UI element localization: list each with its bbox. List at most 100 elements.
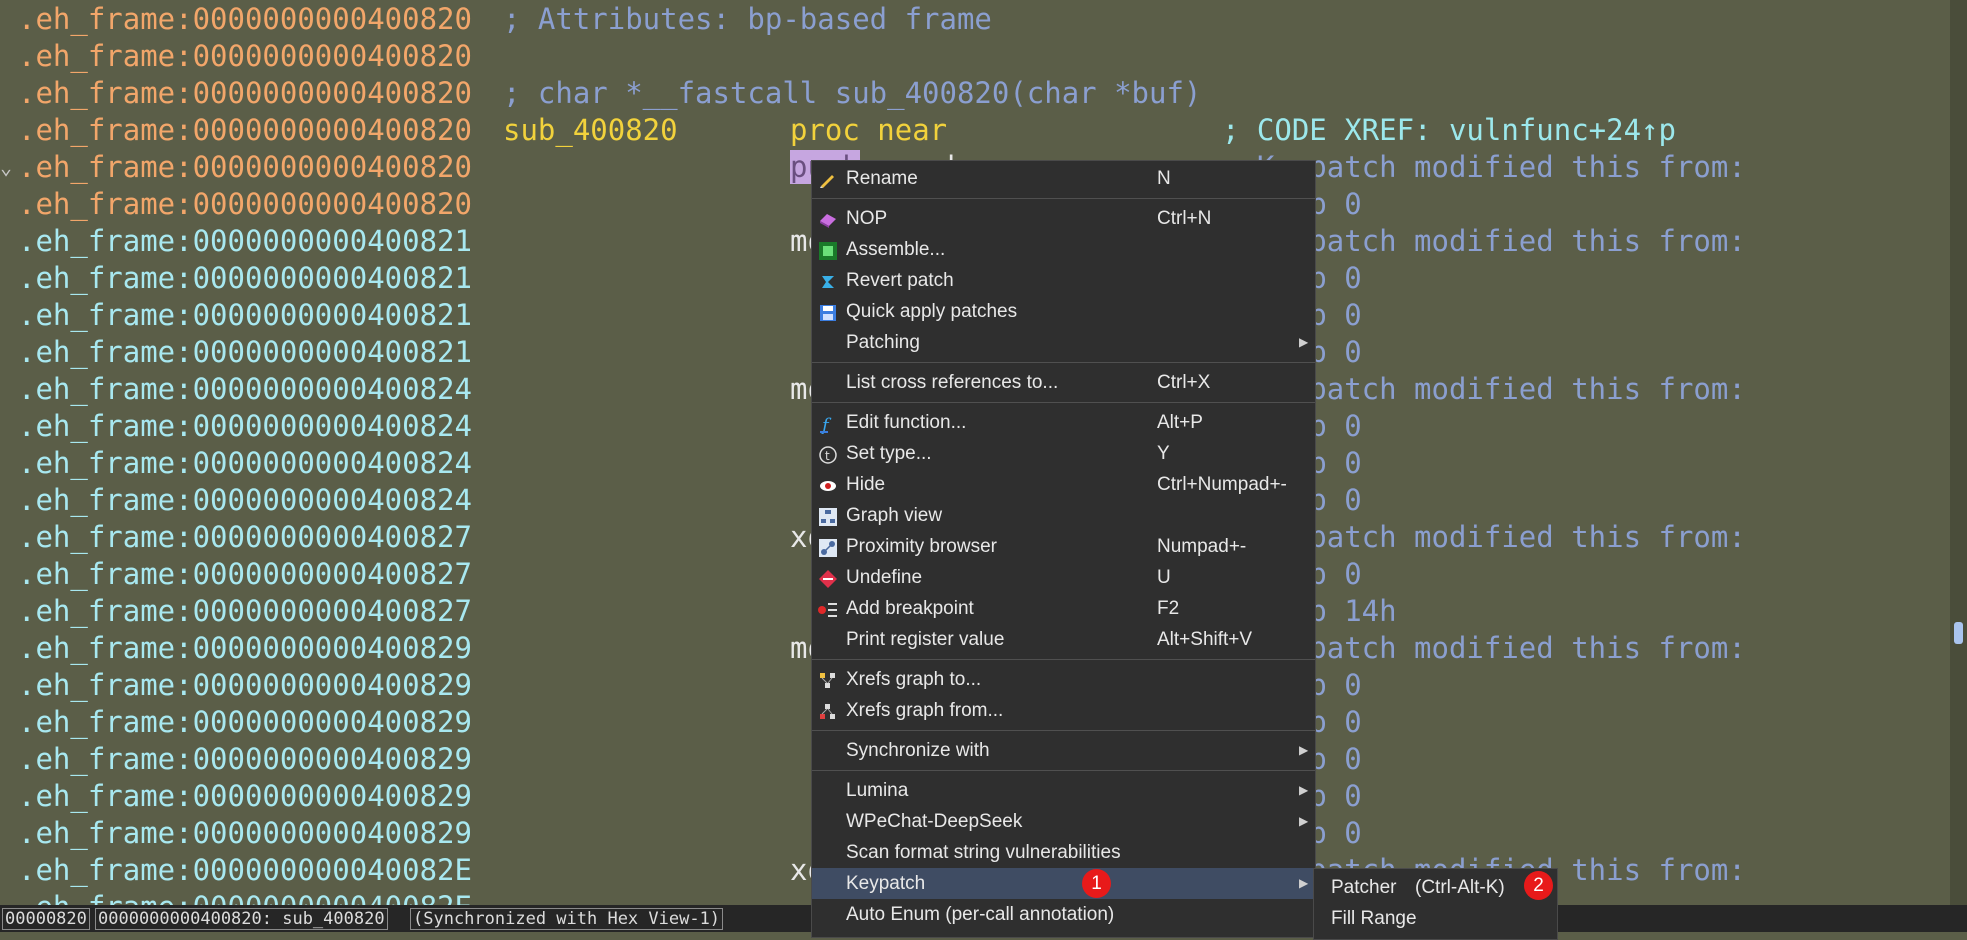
menu-item-xrefs-graph-from[interactable]: Xrefs graph from... [812,695,1315,726]
address: .eh_frame:0000000000400821 [18,335,472,369]
menu-item-shortcut: F2 [1157,598,1180,619]
address: .eh_frame:0000000000400829 [18,668,472,702]
disasm-line[interactable]: .eh_frame:0000000000400820 ; Attributes: … [0,1,1950,38]
address: .eh_frame:0000000000400829 [18,742,472,776]
address: .eh_frame:0000000000400827 [18,594,472,628]
menu-item-keypatch[interactable]: Keypatch ▶ [812,868,1315,899]
menu-item-edit-function[interactable]: f Edit function... Alt+P [812,407,1315,438]
menu-item-add-breakpoint[interactable]: Add breakpoint F2 [812,593,1315,624]
disasm-line[interactable]: .eh_frame:0000000000400820 sub_400820 proc… [0,112,1950,149]
svg-text:t: t [825,449,830,463]
comment: ; Attributes: bp-based frame [503,2,992,36]
submenu-arrow-icon: ▶ [1299,783,1309,797]
menu-item-set-type[interactable]: t Set type... Y [812,438,1315,469]
address: .eh_frame:0000000000400820 [18,2,472,36]
menu-item-print-register-value[interactable]: Print register value Alt+Shift+V [812,624,1315,655]
function-icon: f [818,413,838,436]
menu-item-patching[interactable]: Patching ▶ [812,327,1315,358]
comment: ; CODE XREF: vulnfunc+24↑p [1222,113,1676,147]
menu-item-graph-view[interactable]: Graph view [812,500,1315,531]
address: .eh_frame:0000000000400820 [18,39,472,73]
menu-item-label: Fill Range [1331,908,1417,929]
menu-item-label: List cross references to... [846,372,1059,393]
address: .eh_frame:0000000000400824 [18,372,472,406]
address: .eh_frame:0000000000400827 [18,557,472,591]
address: .eh_frame:000000000040082E [18,853,472,887]
menu-item-wpechat-deepseek[interactable]: WPeChat-DeepSeek ▶ [812,806,1315,837]
menu-item-shortcut: (Ctrl-Alt-K) [1415,877,1505,898]
menu-item-undefine[interactable]: Undefine U [812,562,1315,593]
menu-item-quick-apply-patches[interactable]: Quick apply patches [812,296,1315,327]
menu-item-shortcut: Y [1157,443,1170,464]
menu-item-list-cross-references-to[interactable]: List cross references to... Ctrl+X [812,367,1315,398]
address: .eh_frame:0000000000400827 [18,520,472,554]
proximity-icon [818,537,838,557]
menu-item-label: WPeChat-DeepSeek [846,811,1023,832]
menu-item-label: Set type... [846,443,932,464]
menu-item-label: Quick apply patches [846,301,1018,322]
menu-item-xrefs-graph-to[interactable]: Xrefs graph to... [812,664,1315,695]
menu-item-shortcut: N [1157,168,1171,189]
step-badge-1: 1 [1082,869,1111,898]
menu-item-label: Lumina [846,780,909,801]
address: .eh_frame:0000000000400824 [18,409,472,443]
submenu-arrow-icon: ▶ [1299,335,1309,349]
menu-item-nop[interactable]: NOP Ctrl+N [812,203,1315,234]
submenu-item-patcher[interactable]: Patcher (Ctrl-Alt-K) [1314,872,1557,903]
menu-item-lumina[interactable]: Lumina ▶ [812,775,1315,806]
save-icon [818,302,838,322]
submenu-arrow-icon: ▶ [1299,876,1309,890]
address: .eh_frame:0000000000400820 [18,150,472,184]
revert-patch-icon [818,271,838,291]
menu-item-hide[interactable]: Hide Ctrl+Numpad+- [812,469,1315,500]
menu-item-scan-format-string-vulnerabilities[interactable]: Scan format string vulnerabilities [812,837,1315,868]
menu-item-label: Graph view [846,505,943,526]
collapse-arrow-icon[interactable]: ⌄ [0,149,12,186]
menu-separator [812,659,1315,660]
keypatch-submenu: Patcher (Ctrl-Alt-K) Fill Range [1313,868,1558,940]
context-menu: Rename N NOP Ctrl+N Assemble... Revert patch Q… [811,160,1316,938]
address: .eh_frame:0000000000400829 [18,705,472,739]
menu-item-label: Assemble... [846,239,946,260]
address: .eh_frame:000000000040082E [18,889,472,905]
menu-item-auto-enum-per-call-annotation[interactable]: Auto Enum (per-call annotation) [812,899,1315,930]
menu-item-label: Revert patch [846,270,954,291]
scrollbar-thumb[interactable] [1954,622,1963,644]
menu-item-shortcut: Ctrl+N [1157,208,1212,229]
address: .eh_frame:0000000000400821 [18,224,472,258]
submenu-arrow-icon: ▶ [1299,743,1309,757]
menu-item-label: Xrefs graph to... [846,669,982,690]
address: .eh_frame:0000000000400829 [18,779,472,813]
xrefs-to-icon [818,670,838,690]
menu-item-assemble[interactable]: Assemble... [812,234,1315,265]
menu-separator [812,730,1315,731]
undefine-icon [818,568,838,588]
menu-item-label: Add breakpoint [846,598,974,619]
menu-item-label: Patching [846,332,920,353]
menu-item-synchronize-with[interactable]: Synchronize with ▶ [812,735,1315,766]
disasm-line[interactable]: .eh_frame:0000000000400820 [0,38,1950,75]
menu-separator [812,198,1315,199]
menu-item-label: Proximity browser [846,536,997,557]
status-offset: 00000820 [2,908,90,930]
instruction[interactable]: proc near [790,112,947,149]
comment: ; char *__fastcall sub_400820(char *buf) [503,76,1202,110]
menu-item-rename[interactable]: Rename N [812,163,1315,194]
submenu-item-fill-range[interactable]: Fill Range [1314,903,1557,934]
address: .eh_frame:0000000000400829 [18,631,472,665]
vertical-scrollbar[interactable] [1950,0,1967,905]
menu-item-proximity-browser[interactable]: Proximity browser Numpad+- [812,531,1315,562]
menu-item-label: Rename [846,168,918,189]
nop-icon [818,209,838,229]
disasm-line[interactable]: .eh_frame:0000000000400820 ; char *__fast… [0,75,1950,112]
menu-item-label: Scan format string vulnerabilities [846,842,1121,863]
menu-item-label: Synchronize with [846,740,990,761]
eye-icon [818,475,838,495]
address: .eh_frame:0000000000400829 [18,816,472,850]
menu-item-revert-patch[interactable]: Revert patch [812,265,1315,296]
step-badge-2: 2 [1524,871,1553,900]
address: .eh_frame:0000000000400821 [18,298,472,332]
assemble-icon [818,240,838,260]
function-label[interactable]: sub_400820 [503,112,678,149]
menu-item-shortcut: Ctrl+Numpad+- [1157,474,1287,495]
